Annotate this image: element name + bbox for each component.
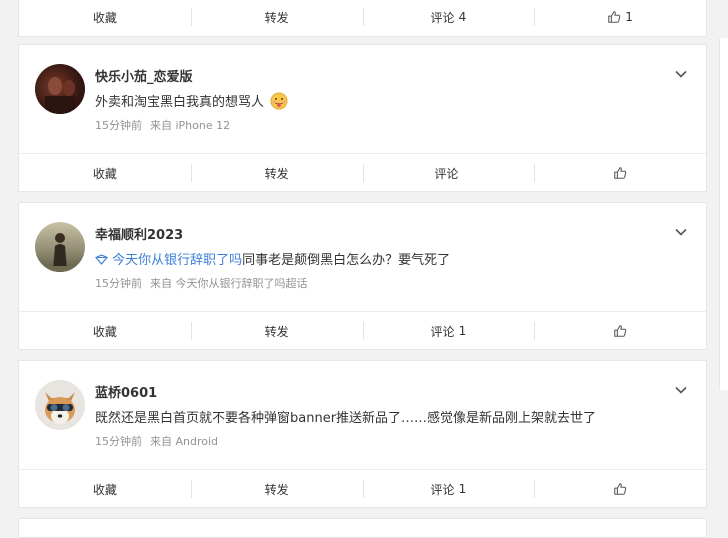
post-content: 既然还是黑白首页就不要各种弹窗banner推送新品了……感觉像是新品刚上架就去世… — [95, 407, 596, 426]
post-card: 快乐小茄_恋爱版 外卖和淘宝黑白我真的想骂人 15分钟前 来自 iPhone 12… — [18, 44, 707, 192]
repost-button[interactable]: 转发 — [190, 470, 363, 508]
post-text: 外卖和淘宝黑白我真的想骂人 — [95, 95, 265, 110]
favorite-label: 收藏 — [92, 482, 117, 497]
comment-label: 评论 — [430, 324, 455, 339]
topic-link[interactable]: 今天你从银行辞职了吗 — [112, 253, 242, 268]
tongue-out-emoji-icon — [270, 92, 288, 110]
favorite-button[interactable]: 收藏 — [19, 0, 191, 36]
favorite-label: 收藏 — [92, 10, 117, 25]
avatar[interactable] — [35, 380, 85, 430]
post-time[interactable]: 15分钟前 — [95, 119, 142, 132]
username[interactable]: 蓝桥0601 — [95, 382, 157, 401]
repost-button[interactable]: 转发 — [190, 154, 363, 192]
repost-label: 转发 — [264, 324, 289, 339]
avatar[interactable] — [35, 64, 85, 114]
action-bar: 收藏 转发 评论 1 — [19, 311, 706, 350]
comment-label: 评论 — [430, 10, 455, 25]
favorite-button[interactable]: 收藏 — [19, 312, 191, 350]
repost-button[interactable]: 转发 — [190, 312, 363, 350]
post-content: 今天你从银行辞职了吗同事老是颠倒黑白怎么办？要气死了 — [95, 249, 450, 268]
post-text: 同事老是颠倒黑白怎么办？要气死了 — [242, 253, 451, 268]
chevron-down-icon[interactable] — [674, 67, 688, 81]
favorite-button[interactable]: 收藏 — [19, 470, 191, 508]
comment-count: 1 — [458, 482, 467, 496]
post-time[interactable]: 15分钟前 — [95, 435, 142, 448]
avatar[interactable] — [35, 222, 85, 272]
comment-label: 评论 — [430, 482, 455, 497]
post-card: 幸福顺利2023 今天你从银行辞职了吗同事老是颠倒黑白怎么办？要气死了 15分钟… — [18, 202, 707, 350]
thumbs-up-icon — [614, 325, 627, 337]
thumbs-up-icon — [608, 11, 621, 23]
post-card-top: 收藏 转发 评论 4 1 — [18, 0, 707, 37]
favorite-label: 收藏 — [92, 324, 117, 339]
thumbs-up-icon — [614, 167, 627, 179]
like-button[interactable]: 1 — [534, 0, 706, 36]
post-source: 来自 Android — [150, 435, 219, 448]
post-meta: 15分钟前 来自 iPhone 12 — [95, 117, 230, 133]
action-bar: 收藏 转发 评论 1 — [19, 469, 706, 508]
comment-button[interactable]: 评论 1 — [362, 312, 535, 350]
repost-button[interactable]: 转发 — [190, 0, 363, 36]
action-bar: 收藏 转发 评论 4 1 — [19, 0, 706, 36]
comment-count: 4 — [458, 10, 467, 24]
like-button[interactable] — [534, 470, 706, 508]
comment-button[interactable]: 评论 4 — [362, 0, 535, 36]
comment-button[interactable]: 评论 1 — [362, 470, 535, 508]
super-topic-icon — [95, 254, 108, 265]
comment-button[interactable]: 评论 — [362, 154, 535, 192]
post-source: 来自 iPhone 12 — [150, 119, 231, 132]
comment-count: 1 — [458, 324, 467, 338]
repost-label: 转发 — [264, 482, 289, 497]
post-text: 既然还是黑白首页就不要各种弹窗banner推送新品了……感觉像是新品刚上架就去世… — [95, 411, 597, 426]
like-button[interactable] — [534, 154, 706, 192]
repost-label: 转发 — [264, 166, 289, 181]
post-card: 蓝桥0601 既然还是黑白首页就不要各种弹窗banner推送新品了……感觉像是新… — [18, 360, 707, 508]
chevron-down-icon[interactable] — [674, 383, 688, 397]
repost-label: 转发 — [264, 10, 289, 25]
favorite-label: 收藏 — [92, 166, 117, 181]
post-meta: 15分钟前 来自 Android — [95, 433, 218, 449]
thumbs-up-icon — [614, 483, 627, 495]
username[interactable]: 快乐小茄_恋爱版 — [95, 66, 193, 85]
comment-label: 评论 — [434, 166, 459, 181]
favorite-button[interactable]: 收藏 — [19, 154, 191, 192]
post-source[interactable]: 来自 今天你从银行辞职了吗超话 — [150, 277, 308, 290]
post-time[interactable]: 15分钟前 — [95, 277, 142, 290]
post-content: 外卖和淘宝黑白我真的想骂人 — [95, 91, 288, 110]
post-meta: 15分钟前 来自 今天你从银行辞职了吗超话 — [95, 275, 308, 291]
chevron-down-icon[interactable] — [674, 225, 688, 239]
post-card-next — [18, 518, 707, 538]
like-button[interactable] — [534, 312, 706, 350]
right-panel-edge — [719, 38, 728, 390]
username[interactable]: 幸福顺利2023 — [95, 224, 183, 243]
like-count: 1 — [625, 10, 633, 24]
action-bar: 收藏 转发 评论 — [19, 153, 706, 192]
